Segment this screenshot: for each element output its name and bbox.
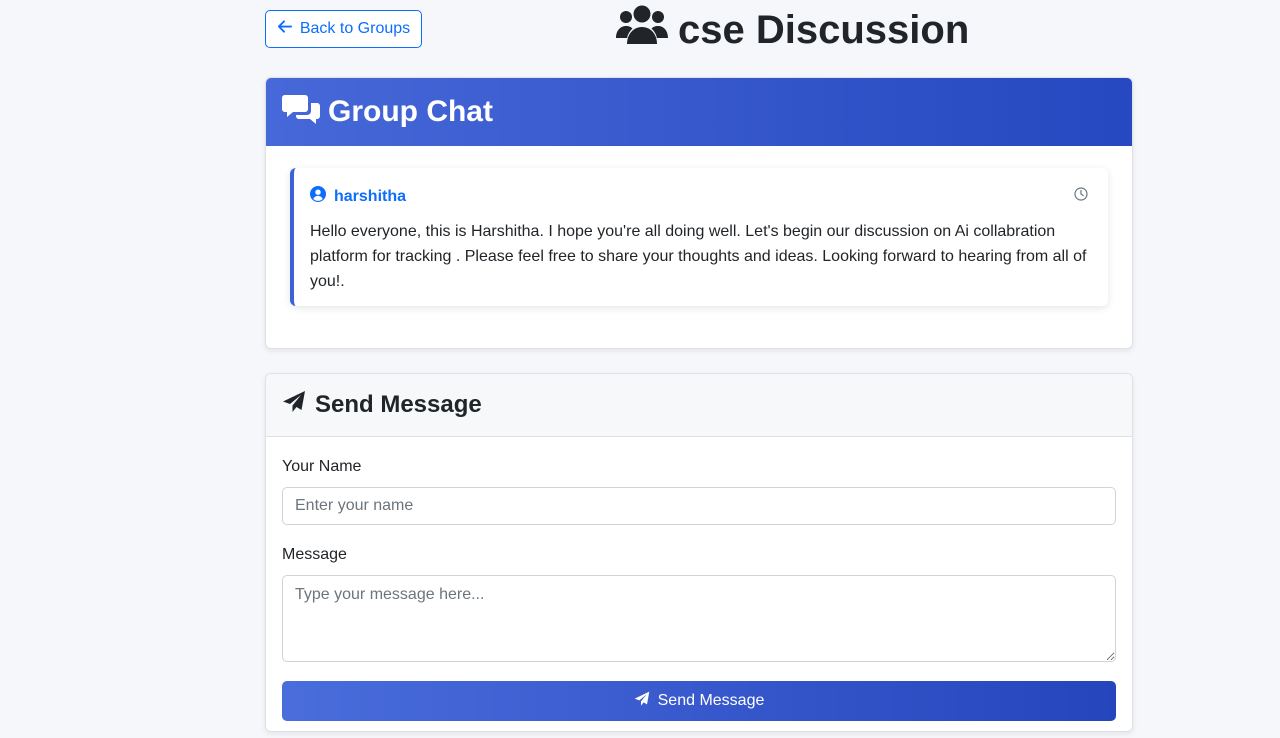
paper-plane-icon: [282, 390, 306, 421]
group-chat-header: Group Chat: [266, 78, 1132, 146]
message-author-name: harshitha: [334, 187, 407, 205]
name-label: Your Name: [282, 458, 362, 475]
chat-messages: harshitha Hello everyone, this is Harshi…: [266, 146, 1132, 306]
page-title: cse Discussion: [616, 4, 969, 56]
message-header: harshitha: [310, 186, 1088, 207]
group-chat-card: Group Chat harshitha Hello everyone, thi…: [265, 77, 1133, 349]
back-to-groups-label: Back to Groups: [299, 20, 411, 37]
arrow-left-icon: [277, 19, 292, 39]
message-text: Hello everyone, this is Harshitha. I hop…: [310, 223, 1087, 290]
page-title-text: cse Discussion: [678, 7, 970, 52]
users-icon: [616, 4, 668, 56]
send-message-button-label: Send Message: [657, 692, 765, 709]
group-chat-title: Group Chat: [328, 95, 493, 128]
send-message-title: Send Message: [315, 391, 482, 418]
message-author: harshitha: [310, 186, 406, 207]
name-input[interactable]: [282, 487, 1116, 525]
send-message-header: Send Message: [266, 374, 1132, 437]
send-message-form: Your Name Message Send Message: [266, 437, 1132, 721]
send-message-card: Send Message Your Name Message Send Mess…: [265, 373, 1133, 732]
page: Back to Groups cse Discussion Group Chat…: [0, 0, 1280, 738]
clock-icon: [1074, 187, 1088, 206]
user-circle-icon: [310, 186, 326, 207]
paper-plane-icon: [634, 691, 650, 712]
back-to-groups-button[interactable]: Back to Groups: [265, 10, 422, 48]
message-label: Message: [282, 546, 347, 563]
comments-icon: [282, 92, 320, 132]
message-textarea[interactable]: [282, 575, 1116, 662]
chat-message: harshitha Hello everyone, this is Harshi…: [290, 168, 1108, 306]
send-message-button[interactable]: Send Message: [282, 681, 1116, 721]
